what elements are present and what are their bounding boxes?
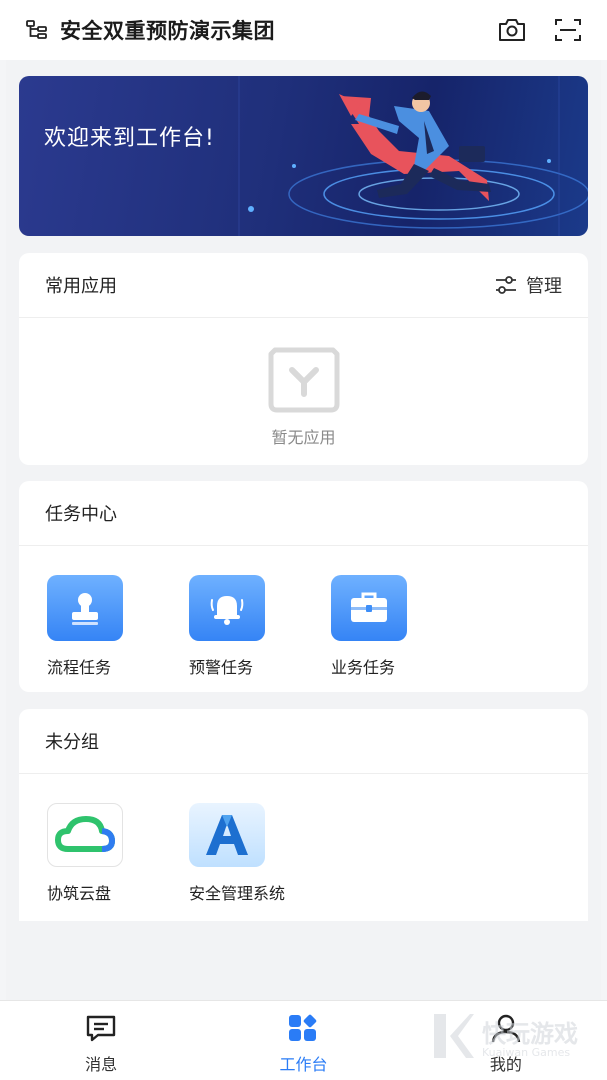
scan-icon[interactable] <box>551 13 585 47</box>
app-cloud-drive[interactable]: 协筑云盘 <box>47 803 189 904</box>
tab-label: 消息 <box>85 1055 118 1074</box>
empty-box-icon <box>268 347 339 413</box>
cloud-icon <box>47 803 123 867</box>
task-grid: 流程任务 预警任务 业务任务 <box>19 546 588 678</box>
welcome-text: 欢迎来到工作台! <box>44 126 215 151</box>
org-tree-icon[interactable] <box>26 18 50 42</box>
app-label: 协筑云盘 <box>47 884 112 903</box>
ungrouped-header: 未分组 <box>19 709 588 774</box>
app-workflow-tasks[interactable]: 流程任务 <box>47 575 189 678</box>
tab-label: 我的 <box>489 1055 522 1074</box>
app-label: 预警任务 <box>189 658 254 677</box>
ungrouped-grid: 协筑云盘 安全管理系统 <box>19 774 588 904</box>
user-icon <box>491 1014 521 1043</box>
tab-messages[interactable]: 消息 <box>0 1001 202 1080</box>
task-center-header: 任务中心 <box>19 481 588 546</box>
app-safety-management[interactable]: 安全管理系统 <box>189 803 331 904</box>
top-header: 安全双重预防演示集团 <box>0 0 607 60</box>
tab-workbench[interactable]: 工作台 <box>202 1001 404 1080</box>
briefcase-icon <box>331 575 407 641</box>
app-label: 流程任务 <box>47 658 112 677</box>
tab-label: 工作台 <box>279 1055 328 1074</box>
common-apps-header: 常用应用 管理 <box>19 253 588 318</box>
empty-label: 暂无应用 <box>271 428 336 447</box>
ungrouped-card: 未分组 协筑云盘 安全管理系统 <box>19 709 588 921</box>
ungrouped-title: 未分组 <box>45 732 99 753</box>
banner-illustration <box>238 76 588 236</box>
org-title[interactable]: 安全双重预防演示集团 <box>60 15 473 45</box>
workbench-icon <box>289 1014 317 1041</box>
letter-a-icon <box>189 803 265 867</box>
bottom-tabbar: 消息 工作台 我的 <box>0 1000 607 1080</box>
stamp-icon <box>47 575 123 641</box>
task-center-card: 任务中心 流程任务 预警任务 业务任务 <box>19 481 588 692</box>
message-icon <box>86 1015 116 1042</box>
tab-profile[interactable]: 我的 <box>405 1001 607 1080</box>
task-center-title: 任务中心 <box>45 504 117 525</box>
camera-icon[interactable] <box>495 13 529 47</box>
app-label: 业务任务 <box>331 658 396 677</box>
app-business-tasks[interactable]: 业务任务 <box>331 575 473 678</box>
bell-icon <box>189 575 265 641</box>
empty-state: 暂无应用 <box>19 318 588 448</box>
sliders-icon <box>496 276 516 294</box>
common-apps-card: 常用应用 管理 暂无应用 <box>19 253 588 465</box>
manage-button[interactable]: 管理 <box>494 272 562 298</box>
app-label: 安全管理系统 <box>189 884 286 903</box>
manage-label: 管理 <box>526 276 562 297</box>
welcome-banner: 欢迎来到工作台! <box>19 76 588 236</box>
app-warning-tasks[interactable]: 预警任务 <box>189 575 331 678</box>
common-apps-title: 常用应用 <box>45 276 117 297</box>
